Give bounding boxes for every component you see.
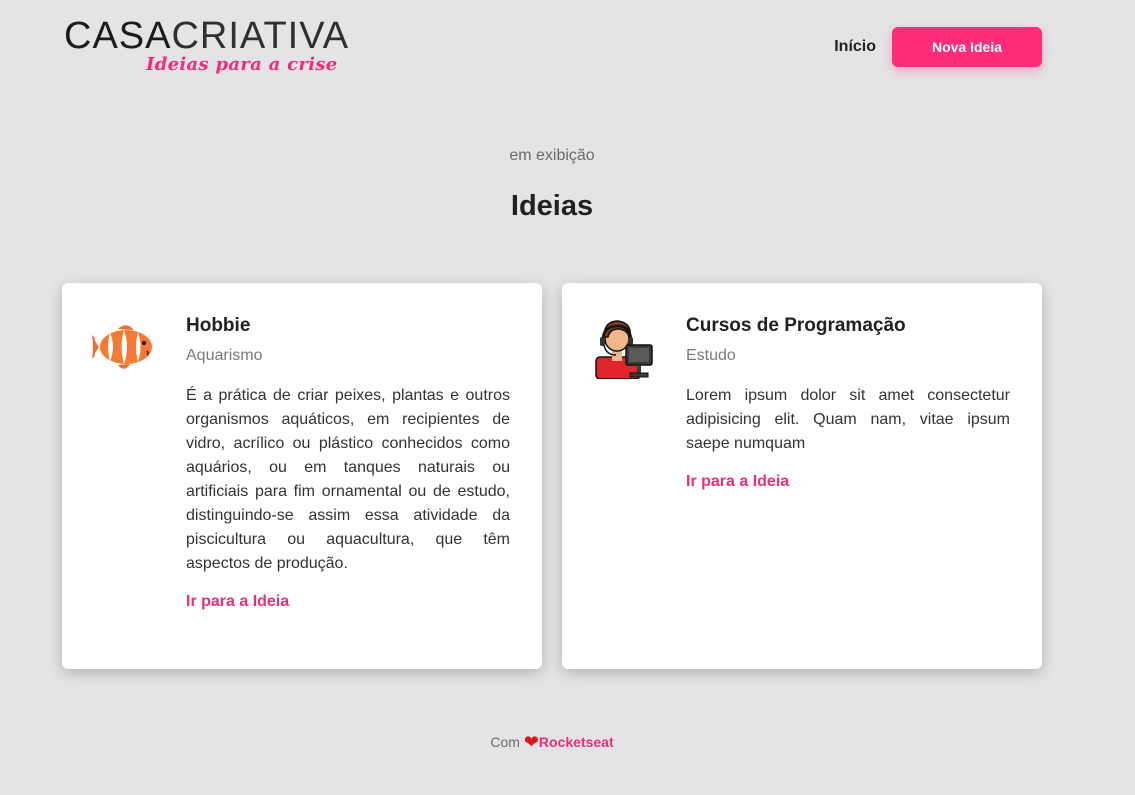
heart-icon: ❤ bbox=[523, 732, 539, 752]
new-idea-button[interactable]: Nova Ideia bbox=[892, 27, 1042, 67]
casa-criativa-logo[interactable]: CASACRIATIVA Ideias para a crise bbox=[64, 14, 356, 78]
idea-card: Cursos de Programação Estudo Lorem ipsum… bbox=[562, 283, 1042, 669]
logo-wordmark: CASACRIATIVA bbox=[64, 14, 349, 58]
logo-word-criativa: CRIATIVA bbox=[171, 15, 350, 57]
go-to-idea-link[interactable]: Ir para a Ideia bbox=[186, 590, 289, 614]
card-description: Lorem ipsum dolor sit amet consectetur a… bbox=[686, 387, 1010, 452]
programmer-icon bbox=[592, 315, 656, 380]
idea-card: Hobbie Aquarismo É a prática de criar pe… bbox=[62, 283, 542, 669]
nav-home-link[interactable]: Início bbox=[834, 38, 876, 56]
footer-prefix: Com bbox=[490, 734, 520, 750]
main-nav: Início Nova Ideia bbox=[834, 27, 1042, 67]
card-title: Cursos de Programação bbox=[686, 315, 906, 336]
card-category: Aquarismo bbox=[186, 347, 263, 364]
logo-tagline: Ideias para a crise bbox=[146, 54, 338, 75]
card-description: É a prática de criar peixes, plantas e o… bbox=[186, 387, 510, 572]
section-subtitle: em exibição bbox=[509, 147, 595, 164]
rocketseat-link[interactable]: Rocketseat bbox=[539, 734, 614, 750]
clownfish-icon bbox=[92, 315, 156, 379]
card-category: Estudo bbox=[686, 347, 736, 364]
section-title: Ideias bbox=[510, 190, 594, 222]
ideas-section-header: em exibição Ideias bbox=[0, 146, 1104, 223]
go-to-idea-link[interactable]: Ir para a Ideia bbox=[686, 470, 789, 494]
card-title: Hobbie bbox=[186, 315, 251, 336]
logo-word-casa: CASA bbox=[64, 15, 172, 57]
page-footer: Com ❤Rocketseat bbox=[0, 732, 1104, 752]
